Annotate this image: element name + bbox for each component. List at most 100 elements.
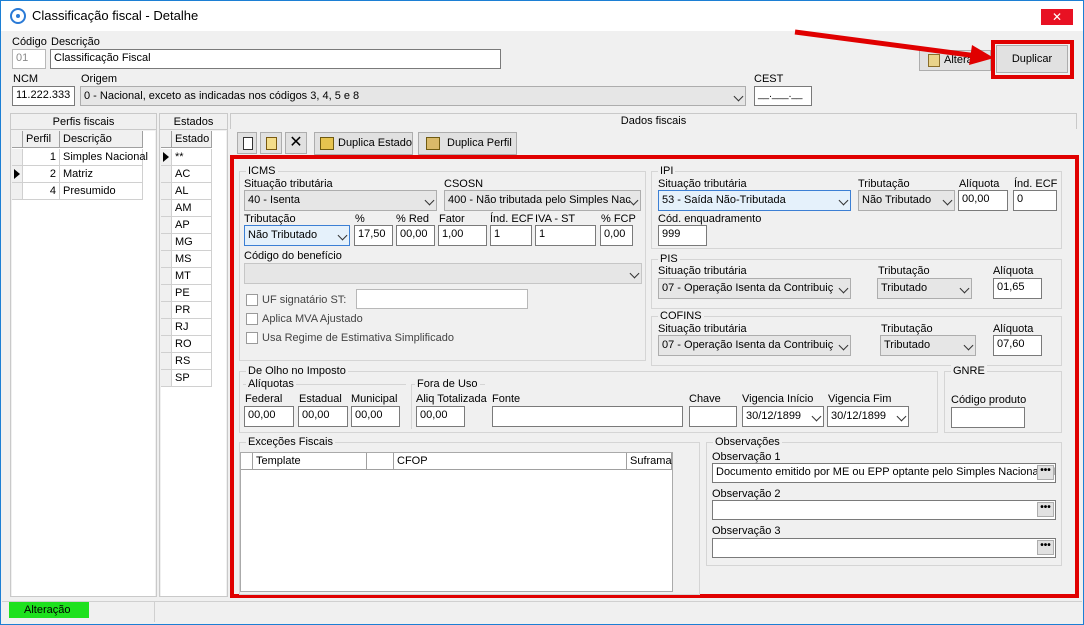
- table-cell[interactable]: 2: [23, 166, 60, 183]
- row-indicator: [161, 268, 172, 285]
- gnre-codigo-label: Código produto: [951, 394, 1027, 406]
- duplica-estado-button[interactable]: Duplica Estado: [314, 132, 413, 155]
- codigo-beneficio-select[interactable]: [244, 263, 642, 284]
- estado-list-item[interactable]: MS: [172, 251, 212, 268]
- icms-tributacao-select[interactable]: Não Tributado: [244, 225, 350, 246]
- icms-indecf-field[interactable]: 1: [490, 225, 532, 246]
- icms-tributacao-value: Não Tributado: [248, 229, 318, 241]
- icms-pctred-field[interactable]: 00,00: [396, 225, 435, 246]
- csosn-select[interactable]: 400 - Não tributada pelo Simples Nac: [444, 190, 641, 211]
- icms-fator-field[interactable]: 1,00: [438, 225, 487, 246]
- icms-pct-label: %: [355, 213, 365, 225]
- descricao-field[interactable]: Classificação Fiscal: [50, 49, 501, 69]
- icms-situacao-select[interactable]: 40 - Isenta: [244, 190, 437, 211]
- codigo-field[interactable]: 01: [12, 49, 46, 69]
- estado-list-item[interactable]: AC: [172, 166, 212, 183]
- close-button[interactable]: ✕: [1041, 9, 1073, 25]
- icms-tributacao-label: Tributação: [244, 213, 296, 225]
- ipi-tributacao-select[interactable]: Não Tributado: [858, 190, 955, 211]
- pis-aliquota-field[interactable]: 01,65: [993, 278, 1042, 299]
- pis-tributacao-label: Tributação: [878, 265, 930, 277]
- table-cell[interactable]: Matriz: [60, 166, 143, 183]
- duplicar-highlight-box: [991, 40, 1074, 79]
- municipal-field[interactable]: 00,00: [351, 406, 400, 427]
- pis-situacao-select[interactable]: 07 - Operação Isenta da Contribuiç: [658, 278, 851, 299]
- ncm-field[interactable]: 11.222.333: [12, 86, 75, 106]
- estado-list-item[interactable]: MT: [172, 268, 212, 285]
- new-button[interactable]: [237, 132, 257, 154]
- ipi-situacao-value: 53 - Saída Não-Tributada: [662, 194, 786, 206]
- ipi-indecf-field[interactable]: 0: [1013, 190, 1057, 211]
- vigencia-inicio-value: 30/12/1899: [746, 410, 802, 422]
- icms-pct-field[interactable]: 17,50: [354, 225, 393, 246]
- ipi-tributacao-label: Tributação: [858, 178, 910, 190]
- origem-select[interactable]: 0 - Nacional, exceto as indicadas nos có…: [80, 86, 746, 106]
- fonte-field[interactable]: [492, 406, 683, 427]
- aliq-totalizada-field[interactable]: 00,00: [416, 406, 465, 427]
- new-document-icon: [243, 137, 253, 150]
- estado-list-item[interactable]: RS: [172, 353, 212, 370]
- ipi-situacao-select[interactable]: 53 - Saída Não-Tributada: [658, 190, 851, 211]
- table-cell[interactable]: 4: [23, 183, 60, 200]
- observacao3-ellipsis-button[interactable]: •••: [1037, 540, 1054, 555]
- icms-fcp-field[interactable]: 0,00: [600, 225, 633, 246]
- gnre-codigo-field[interactable]: [951, 407, 1025, 428]
- pis-tributacao-select[interactable]: Tributado: [877, 278, 972, 299]
- gnre-title: GNRE: [951, 365, 987, 377]
- estadual-field[interactable]: 00,00: [298, 406, 348, 427]
- estado-list-item[interactable]: PR: [172, 302, 212, 319]
- estado-list-item[interactable]: AL: [172, 183, 212, 200]
- table-cell[interactable]: Presumido: [60, 183, 143, 200]
- chevron-down-icon: [963, 340, 974, 351]
- duplica-perfil-button[interactable]: Duplica Perfil: [418, 132, 517, 155]
- vigencia-inicio-label: Vigencia Início: [742, 393, 814, 405]
- vigencia-inicio-picker[interactable]: 30/12/1899: [742, 406, 824, 427]
- observacao2-field[interactable]: [712, 500, 1056, 520]
- uf-signatario-field[interactable]: [356, 289, 528, 309]
- observacao1-ellipsis-button[interactable]: •••: [1037, 465, 1054, 480]
- estado-list-item[interactable]: PE: [172, 285, 212, 302]
- aplica-mva-checkbox[interactable]: [246, 313, 258, 325]
- estado-list-item[interactable]: **: [172, 149, 212, 166]
- icms-situacao-value: 40 - Isenta: [248, 194, 300, 206]
- delete-x-icon: ✕: [289, 134, 303, 151]
- uf-signatario-checkbox[interactable]: [246, 294, 258, 306]
- regime-estimativa-checkbox[interactable]: [246, 332, 258, 344]
- table-cell[interactable]: Simples Nacional: [60, 149, 148, 166]
- window-title: Classificação fiscal - Detalhe: [32, 8, 199, 23]
- icms-ivast-field[interactable]: 1: [535, 225, 596, 246]
- estado-list-item[interactable]: SP: [172, 370, 212, 387]
- app-icon: [10, 8, 26, 24]
- estado-list-item[interactable]: MG: [172, 234, 212, 251]
- federal-field[interactable]: 00,00: [244, 406, 294, 427]
- cest-label: CEST: [754, 73, 784, 85]
- cofins-tributacao-select[interactable]: Tributado: [880, 335, 976, 356]
- observacao3-field[interactable]: [712, 538, 1056, 558]
- vigencia-fim-picker[interactable]: 30/12/1899: [827, 406, 909, 427]
- row-indicator-icon: [12, 166, 23, 183]
- observacao1-label: Observação 1: [712, 451, 781, 463]
- observacao2-ellipsis-button[interactable]: •••: [1037, 502, 1054, 517]
- chave-field[interactable]: [689, 406, 737, 427]
- cofins-situacao-select[interactable]: 07 - Operação Isenta da Contribuiç: [658, 335, 851, 356]
- red-arrow: [794, 29, 994, 65]
- delete-button[interactable]: ✕: [285, 132, 307, 154]
- chevron-down-icon: [942, 195, 953, 206]
- estado-list-item[interactable]: AM: [172, 200, 212, 217]
- edit-button[interactable]: [260, 132, 282, 154]
- estado-list-item[interactable]: RO: [172, 336, 212, 353]
- cofins-aliquota-field[interactable]: 07,60: [993, 335, 1042, 356]
- excecoes-title: Exceções Fiscais: [246, 436, 335, 448]
- status-bar: Alteração: [2, 601, 1082, 624]
- cest-field[interactable]: __.___.__: [754, 86, 812, 106]
- chevron-down-icon: [838, 340, 849, 351]
- aplica-mva-label: Aplica MVA Ajustado: [262, 313, 363, 325]
- row-indicator: [161, 319, 172, 336]
- estado-list-item[interactable]: AP: [172, 217, 212, 234]
- ipi-enquadramento-field[interactable]: 999: [658, 225, 707, 246]
- observacao1-field[interactable]: Documento emitido por ME ou EPP optante …: [712, 463, 1056, 483]
- table-cell[interactable]: 1: [23, 149, 60, 166]
- estado-list-item[interactable]: RJ: [172, 319, 212, 336]
- ipi-situacao-label: Situação tributária: [658, 178, 747, 190]
- ipi-aliquota-field[interactable]: 00,00: [958, 190, 1008, 211]
